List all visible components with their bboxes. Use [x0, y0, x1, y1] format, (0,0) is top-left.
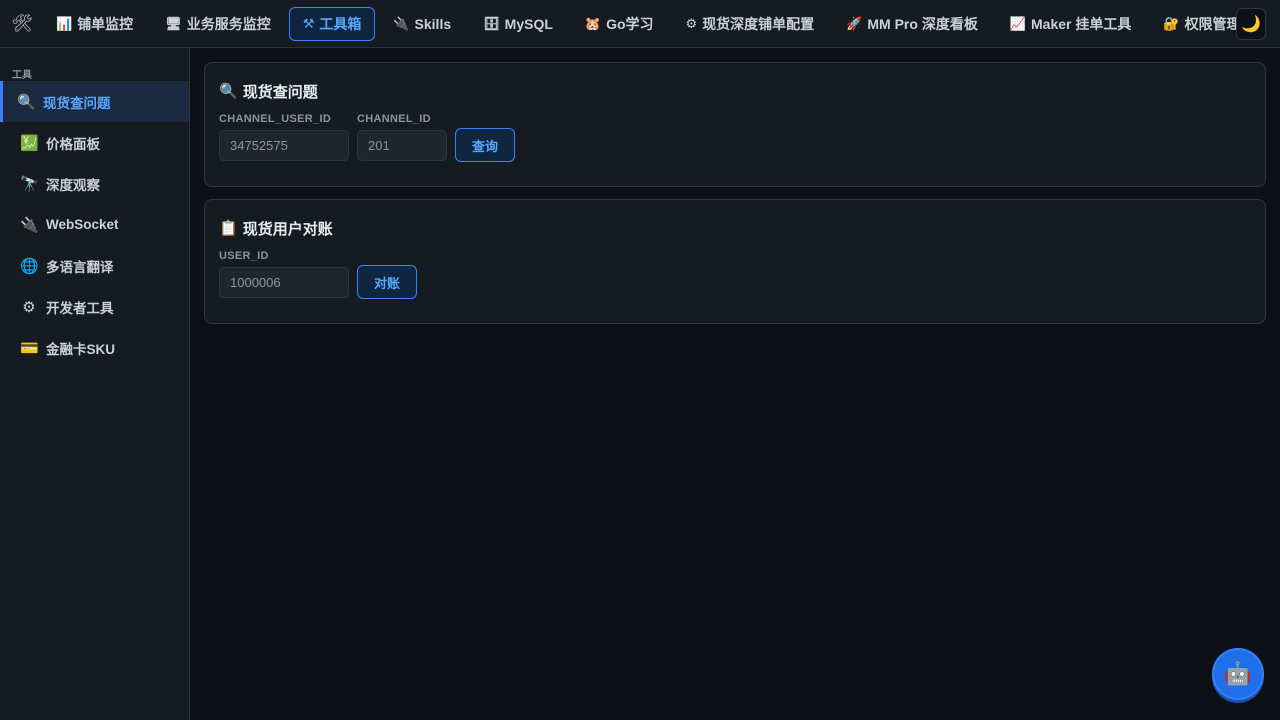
channel-id-label: CHANNEL_ID — [357, 113, 431, 125]
nav-tab-label: MySQL — [504, 15, 553, 32]
plug-icon: 🔌 — [20, 216, 39, 234]
lock-key-icon: 🔐 — [1163, 15, 1180, 31]
user-id-label: USER_ID — [219, 250, 269, 262]
clipboard-icon: 📋 — [219, 220, 238, 237]
magnifier-icon: 🔍 — [17, 93, 36, 111]
nav-tab[interactable]: 🔌 Skills — [379, 7, 465, 41]
theme-toggle-button[interactable]: 🌙 — [1236, 8, 1266, 40]
sidebar-item-label: 深度观察 — [46, 177, 100, 193]
telescope-icon: 🔭 — [20, 175, 39, 193]
user-id-field: USER_ID — [219, 250, 349, 298]
nav-tab[interactable]: ⚒ 工具箱 — [288, 6, 376, 41]
sidebar-item-label: WebSocket — [46, 217, 119, 232]
nav-tabs: 📊 铺单监控 🖥 业务服务监控 ⚒ 工具箱 🔌 Skills 🗄 MySQL 🐹 Go学习 ⚙ 现货深度铺… — [42, 6, 1259, 41]
chart-icon: 💹 — [20, 134, 39, 152]
spot-query-card: 🔍 现货查问题 CHANNEL_USER_ID CHANNEL_ID 查询 — [204, 62, 1266, 187]
nav-tab-label: Skills — [414, 15, 452, 32]
sidebar: 工具 🔍 现货查问题 💹 价格面板 🔭 深度观察 🔌 WebSocket 🌐 多语言翻译 ⚙ 开发者工… — [0, 48, 190, 720]
nav-tab[interactable]: 🚀 MM Pro 深度看板 — [832, 7, 992, 41]
query-button[interactable]: 查询 — [455, 128, 516, 162]
channel-id-field: CHANNEL_ID — [357, 113, 447, 161]
nav-tab-label: 铺单监控 — [77, 15, 134, 32]
sidebar-item[interactable]: 🔭 深度观察 — [0, 163, 189, 204]
tools-logo-icon[interactable]: 🛠 — [10, 12, 34, 36]
sidebar-item[interactable]: 💳 金融卡SKU — [0, 327, 189, 368]
nav-tab-label: Go学习 — [606, 15, 654, 32]
nav-tab-label: 业务服务监控 — [186, 15, 271, 32]
top-navbar: 🛠 📊 铺单监控 🖥 业务服务监控 ⚒ 工具箱 🔌 Skills 🗄 MySQL 🐹 Go学习 ⚙ 现货深… — [0, 0, 1280, 48]
gear-icon: ⚙ — [685, 15, 698, 31]
credit-card-icon: 💳 — [20, 339, 39, 357]
sidebar-item[interactable]: 🔍 现货查问题 — [0, 81, 189, 122]
sidebar-item[interactable]: ⚙ 开发者工具 — [0, 286, 189, 327]
reconcile-button[interactable]: 对账 — [357, 265, 418, 299]
sidebar-item[interactable]: 💹 价格面板 — [0, 122, 189, 163]
channel-user-id-input[interactable] — [219, 130, 349, 161]
rocket-icon: 🚀 — [846, 15, 863, 31]
channel-user-id-label: CHANNEL_USER_ID — [219, 113, 332, 125]
channel-user-id-field: CHANNEL_USER_ID — [219, 113, 349, 161]
moon-icon: 🌙 — [1241, 16, 1261, 33]
sidebar-item-label: 金融卡SKU — [46, 341, 116, 357]
nav-tab[interactable]: 📊 铺单监控 — [42, 7, 147, 41]
sidebar-items: 🔍 现货查问题 💹 价格面板 🔭 深度观察 🔌 WebSocket 🌐 多语言翻译 ⚙ 开发者工具 💳 金… — [0, 81, 189, 368]
database-icon: 🗄 — [483, 15, 500, 31]
robot-icon: 🤖 — [1224, 661, 1252, 686]
monitor-icon: 🖥 — [165, 15, 182, 31]
sidebar-item-label: 现货查问题 — [43, 95, 111, 111]
nav-tab-label: 权限管理 — [1184, 15, 1241, 32]
sidebar-item[interactable]: 🌐 多语言翻译 — [0, 245, 189, 286]
plug-icon: 🔌 — [393, 15, 410, 31]
channel-id-input[interactable] — [357, 130, 447, 161]
nav-tab-label: Maker 挂单工具 — [1031, 15, 1132, 32]
query-form: CHANNEL_USER_ID CHANNEL_ID 查询 — [219, 113, 1251, 162]
gopher-icon: 🐹 — [584, 15, 602, 31]
reconcile-form: USER_ID 对账 — [219, 250, 1251, 299]
tools-icon: ⚒ — [302, 15, 315, 31]
gear-icon: ⚙ — [22, 298, 36, 316]
sidebar-item-label: 价格面板 — [46, 136, 100, 152]
trend-up-icon: 📈 — [1009, 15, 1027, 31]
sidebar-section-label: 工具 — [12, 70, 32, 81]
sidebar-item-label: 多语言翻译 — [46, 259, 114, 275]
user-id-input[interactable] — [219, 267, 349, 298]
assistant-button[interactable]: 🤖 — [1212, 648, 1264, 700]
card-title: 📋 现货用户对账 — [219, 216, 1251, 240]
bar-chart-icon: 📊 — [56, 15, 73, 31]
nav-tab-label: 现货深度铺单配置 — [702, 15, 815, 32]
nav-tab[interactable]: 🗄 MySQL — [469, 7, 567, 41]
nav-tab[interactable]: ⚙ 现货深度铺单配置 — [672, 7, 829, 41]
sidebar-item[interactable]: 🔌 WebSocket — [0, 204, 189, 245]
nav-tab[interactable]: 🖥 业务服务监控 — [151, 7, 285, 41]
magnifier-icon: 🔍 — [219, 83, 238, 100]
nav-tab[interactable]: 🐹 Go学习 — [571, 7, 668, 41]
nav-tab-label: 工具箱 — [319, 15, 362, 32]
nav-tab-label: MM Pro 深度看板 — [867, 15, 978, 32]
spot-reconcile-card: 📋 现货用户对账 USER_ID 对账 — [204, 199, 1266, 324]
card-title-text: 现货用户对账 — [242, 220, 333, 238]
card-title-text: 现货查问题 — [242, 83, 318, 101]
nav-tab[interactable]: 📈 Maker 挂单工具 — [996, 7, 1146, 41]
sidebar-item-label: 开发者工具 — [46, 300, 114, 316]
card-title: 🔍 现货查问题 — [219, 79, 1251, 103]
globe-icon: 🌐 — [20, 257, 39, 275]
